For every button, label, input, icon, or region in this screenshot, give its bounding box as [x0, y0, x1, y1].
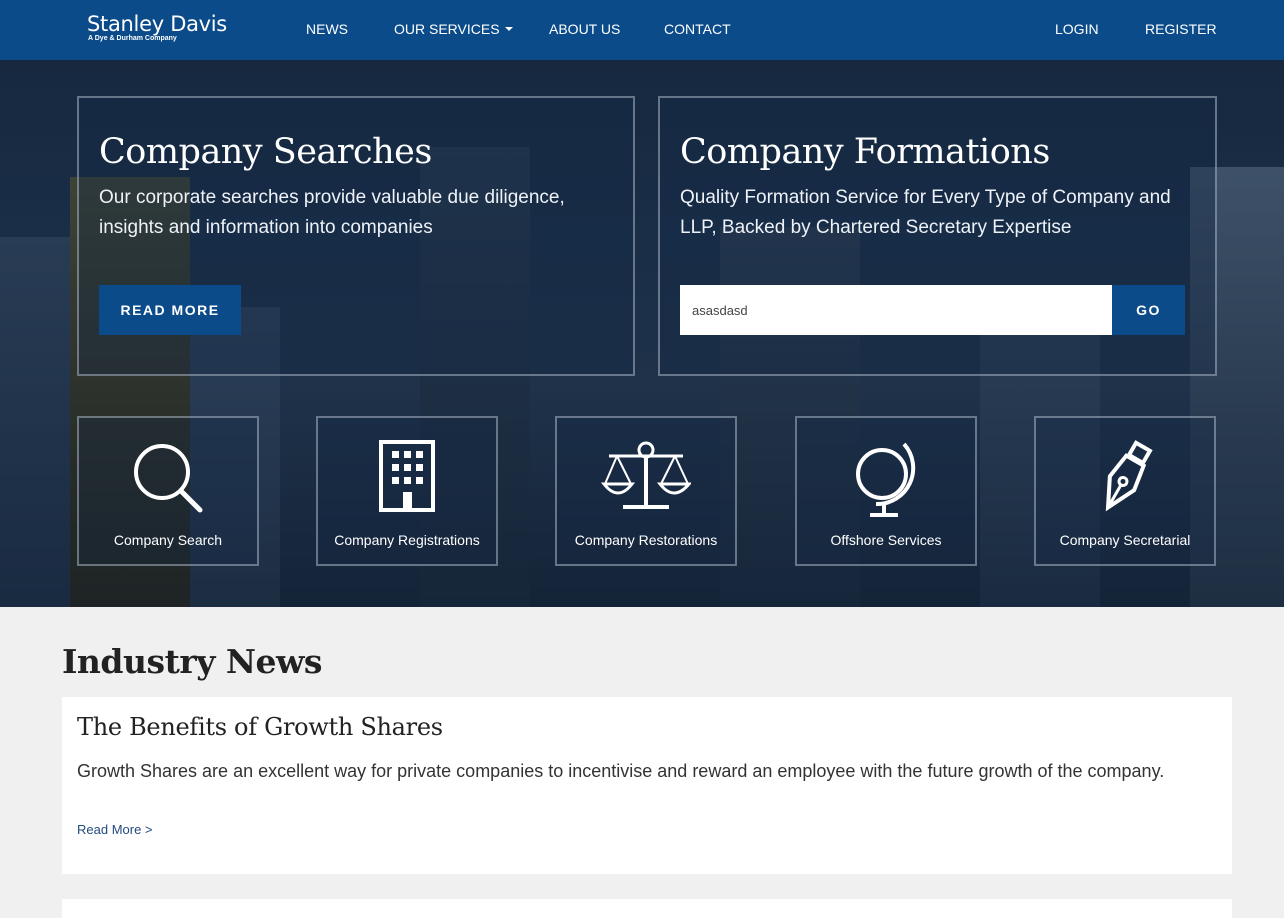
top-navbar: Stanley Davis A Dye & Durham Company NEW… — [0, 0, 1284, 60]
tile-label: Company Restorations — [574, 532, 718, 548]
tile-company-search[interactable]: Company Search — [77, 416, 259, 566]
nav-our-services[interactable]: OUR SERVICES — [394, 20, 513, 38]
company-name-input[interactable] — [680, 285, 1112, 335]
hero-section: Company Searches Our corporate searches … — [0, 60, 1284, 607]
nav-login[interactable]: LOGIN — [1055, 20, 1099, 38]
company-searches-panel: Company Searches Our corporate searches … — [77, 96, 635, 376]
go-button[interactable]: GO — [1112, 285, 1185, 335]
company-formations-description: Quality Formation Service for Every Type… — [680, 187, 1171, 238]
company-searches-description: Our corporate searches provide valuable … — [99, 187, 565, 238]
magnifier-icon — [134, 444, 203, 513]
nav-contact[interactable]: CONTACT — [664, 20, 731, 38]
logo-name: Stanley Davis — [87, 12, 227, 36]
read-more-link[interactable]: Read More > — [77, 822, 153, 837]
tile-offshore-services[interactable]: Offshore Services — [795, 416, 977, 566]
company-formations-title: Company Formations — [680, 132, 1050, 172]
tile-label: Company Search — [113, 532, 223, 548]
tile-label: Company Secretarial — [1059, 532, 1191, 548]
logo-tagline: A Dye & Durham Company — [88, 35, 177, 42]
building-icon — [379, 440, 435, 512]
news-card-summary: Growth Shares are an excellent way for p… — [77, 761, 1165, 781]
globe-icon — [856, 442, 916, 517]
nav-about-us[interactable]: ABOUT US — [549, 20, 620, 38]
company-formations-panel: Company Formations Quality Formation Ser… — [658, 96, 1217, 376]
tile-company-registrations[interactable]: Company Registrations — [316, 416, 498, 566]
news-card: The Benefits of Growth Shares Growth Sha… — [62, 697, 1232, 874]
tile-label: Company Registrations — [334, 532, 480, 548]
news-card-title[interactable]: The Benefits of Growth Shares — [77, 713, 443, 741]
nav-news[interactable]: NEWS — [306, 20, 348, 38]
read-more-button[interactable]: READ MORE — [99, 285, 241, 335]
nav-register[interactable]: REGISTER — [1145, 20, 1217, 38]
nav-our-services-label: OUR SERVICES — [394, 21, 500, 37]
fountain-pen-icon — [1105, 440, 1153, 512]
news-card — [62, 899, 1232, 918]
logo[interactable]: Stanley Davis A Dye & Durham Company — [87, 12, 227, 42]
industry-news-heading: Industry News — [62, 642, 323, 681]
tile-company-secretarial[interactable]: Company Secretarial — [1034, 416, 1216, 566]
tile-company-restorations[interactable]: Company Restorations — [555, 416, 737, 566]
scales-icon — [601, 441, 691, 509]
tile-label: Offshore Services — [830, 532, 942, 548]
company-searches-title: Company Searches — [99, 132, 432, 172]
caret-down-icon — [504, 27, 513, 31]
